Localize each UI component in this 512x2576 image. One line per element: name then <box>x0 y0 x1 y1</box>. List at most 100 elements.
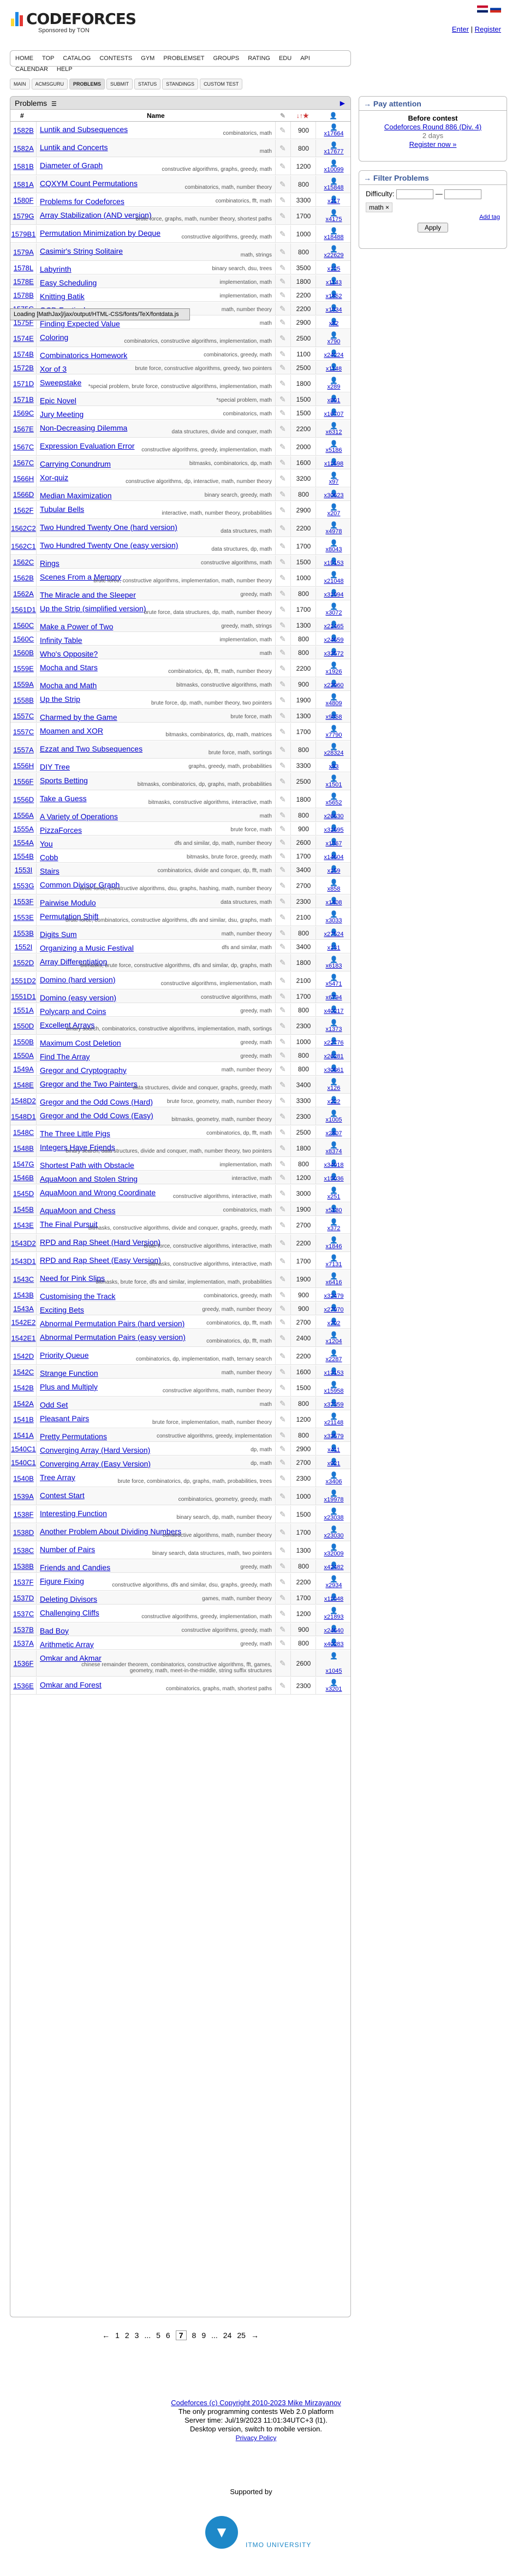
arrow-right-icon[interactable]: ▶ <box>340 99 345 107</box>
solved-count-link[interactable]: x16707 <box>316 411 350 418</box>
problem-id-link[interactable]: 1546B <box>10 1173 37 1182</box>
solved-count-link[interactable]: x8043 <box>316 546 350 553</box>
problem-id-link[interactable]: 1562C1 <box>10 542 37 550</box>
problem-id-link[interactable]: 1562F <box>10 506 37 514</box>
problem-id-link[interactable]: 1578E <box>10 277 37 285</box>
solved-count-link[interactable]: x8374 <box>316 1148 350 1155</box>
solved-count-link[interactable]: x3033 <box>316 917 350 924</box>
pager-page[interactable]: 6 <box>166 2331 170 2340</box>
solved-count-link[interactable]: x1501 <box>316 782 350 788</box>
solved-count-link[interactable]: x207 <box>316 510 350 517</box>
problem-id-link[interactable]: 1579G <box>10 212 37 220</box>
problem-id-link[interactable]: 1550A <box>10 1051 37 1059</box>
solved-count-link[interactable]: x24224 <box>316 352 350 359</box>
problem-id-link[interactable]: 1581A <box>10 180 37 188</box>
problem-id-link[interactable]: 1542B <box>10 1384 37 1392</box>
problem-name-link[interactable]: Omkar and Akmar <box>40 1654 102 1662</box>
solved-count-link[interactable]: x17664 <box>316 130 350 137</box>
pager-page[interactable]: 3 <box>135 2331 139 2340</box>
solved-count-link[interactable]: x125 <box>316 266 350 272</box>
solved-count-link[interactable]: x21465 <box>316 623 350 630</box>
submenu-item[interactable]: PROBLEMS <box>69 79 105 90</box>
solved-count-link[interactable]: x30623 <box>316 492 350 499</box>
solved-count-link[interactable]: x82 <box>316 320 350 327</box>
solved-count-link[interactable]: x3072 <box>316 610 350 616</box>
solved-count-link[interactable]: x31994 <box>316 592 350 598</box>
solved-count-link[interactable]: x126 <box>316 1085 350 1092</box>
english-flag-icon[interactable] <box>477 5 488 13</box>
solved-count-link[interactable]: x1652 <box>316 293 350 300</box>
problem-id-link[interactable]: 1582B <box>10 126 37 134</box>
pager-page[interactable]: 25 <box>237 2331 246 2340</box>
problem-id-link[interactable]: 1582A <box>10 144 37 152</box>
problem-id-link[interactable]: 1560C <box>10 621 37 629</box>
solved-count-link[interactable]: x22776 <box>316 1040 350 1046</box>
problem-id-link[interactable]: 1567C <box>10 443 37 451</box>
problem-id-link[interactable]: 1542C <box>10 1368 37 1376</box>
menu-item[interactable]: CONTESTS <box>99 55 132 62</box>
problem-id-link[interactable]: 1556H <box>10 761 37 770</box>
solved-count-link[interactable]: x19978 <box>316 1496 350 1503</box>
solved-count-link[interactable]: x21048 <box>316 578 350 585</box>
menu-item[interactable]: CALENDAR <box>15 66 48 73</box>
solved-count-link[interactable]: x14604 <box>316 854 350 861</box>
problem-id-link[interactable]: 1543A <box>10 1304 37 1313</box>
solved-count-link[interactable]: x24640 <box>316 1627 350 1634</box>
problem-id-link[interactable]: 1543D2 <box>10 1239 37 1247</box>
solved-count-link[interactable]: x7131 <box>316 1261 350 1268</box>
problem-id-link[interactable]: 1571B <box>10 395 37 403</box>
problem-id-link[interactable]: 1539A <box>10 1492 37 1500</box>
solved-count-link[interactable]: x1846 <box>316 1243 350 1250</box>
col-name[interactable]: Name <box>147 112 165 120</box>
solved-count-link[interactable]: x26281 <box>316 1053 350 1060</box>
problem-id-link[interactable]: 1537F <box>10 1578 37 1586</box>
problem-id-link[interactable]: 1561D1 <box>10 605 37 613</box>
solved-count-link[interactable]: x159 <box>316 868 350 874</box>
problem-id-link[interactable]: 1557A <box>10 746 37 754</box>
solved-count-link[interactable]: x10099 <box>316 166 350 173</box>
problem-id-link[interactable]: 1548C <box>10 1128 37 1136</box>
solved-count-link[interactable]: x23960 <box>316 682 350 689</box>
pager-page[interactable]: 7 <box>175 2330 187 2340</box>
problem-id-link[interactable]: 1551A <box>10 1006 37 1014</box>
solved-count-link[interactable]: x411 <box>316 1447 350 1453</box>
solved-count-link[interactable]: x1148 <box>316 366 350 372</box>
problem-id-link[interactable]: 1562C2 <box>10 524 37 532</box>
problem-id-link[interactable]: 1554B <box>10 852 37 860</box>
solved-count-link[interactable]: x6183 <box>316 963 350 969</box>
solved-count-link[interactable]: x21148 <box>316 1420 350 1426</box>
menu-item[interactable]: CATALOG <box>63 55 91 62</box>
solved-count-link[interactable]: x891 <box>316 397 350 404</box>
problem-id-link[interactable]: 1540C1 <box>10 1458 37 1466</box>
solved-count-link[interactable]: x372 <box>316 1225 350 1232</box>
menu-item[interactable]: TOP <box>42 55 54 62</box>
solved-count-link[interactable]: x40283 <box>316 1641 350 1648</box>
solved-count-link[interactable]: x1408 <box>316 899 350 906</box>
problem-id-link[interactable]: 1537C <box>10 1609 37 1618</box>
problem-id-link[interactable]: 1555A <box>10 825 37 833</box>
problem-id-link[interactable]: 1566D <box>10 490 37 498</box>
problem-name-link[interactable]: Rings <box>40 559 59 568</box>
problem-id-link[interactable]: 1537B <box>10 1625 37 1633</box>
solved-count-link[interactable]: x33572 <box>316 651 350 657</box>
solved-count-link[interactable]: x117 <box>316 198 350 205</box>
solved-count-link[interactable]: x1045 <box>316 1668 350 1674</box>
solved-count-link[interactable]: x5180 <box>316 1207 350 1214</box>
solved-count-link[interactable]: x6416 <box>316 1279 350 1286</box>
problem-id-link[interactable]: 1579A <box>10 248 37 256</box>
problem-id-link[interactable]: 1556A <box>10 811 37 819</box>
solved-count-link[interactable]: x31695 <box>316 827 350 833</box>
submenu-item[interactable]: MAIN <box>10 79 30 90</box>
problem-name-link[interactable]: Odd Set <box>40 1400 68 1409</box>
problem-id-link[interactable]: 1548D2 <box>10 1096 37 1105</box>
problem-id-link[interactable]: 1553B <box>10 929 37 937</box>
itmo-logo[interactable]: ▼ ITMO UNIVERSITY <box>202 2505 317 2565</box>
problem-id-link[interactable]: 1548D1 <box>10 1112 37 1120</box>
problem-id-link[interactable]: 1542A <box>10 1399 37 1408</box>
solved-count-link[interactable]: x15153 <box>316 560 350 567</box>
solved-count-link[interactable]: x5471 <box>316 981 350 987</box>
solved-count-link[interactable]: x1034 <box>316 307 350 313</box>
problem-id-link[interactable]: 1550B <box>10 1037 37 1046</box>
problem-id-link[interactable]: 1542D <box>10 1352 37 1360</box>
problem-id-link[interactable]: 1562C <box>10 558 37 566</box>
